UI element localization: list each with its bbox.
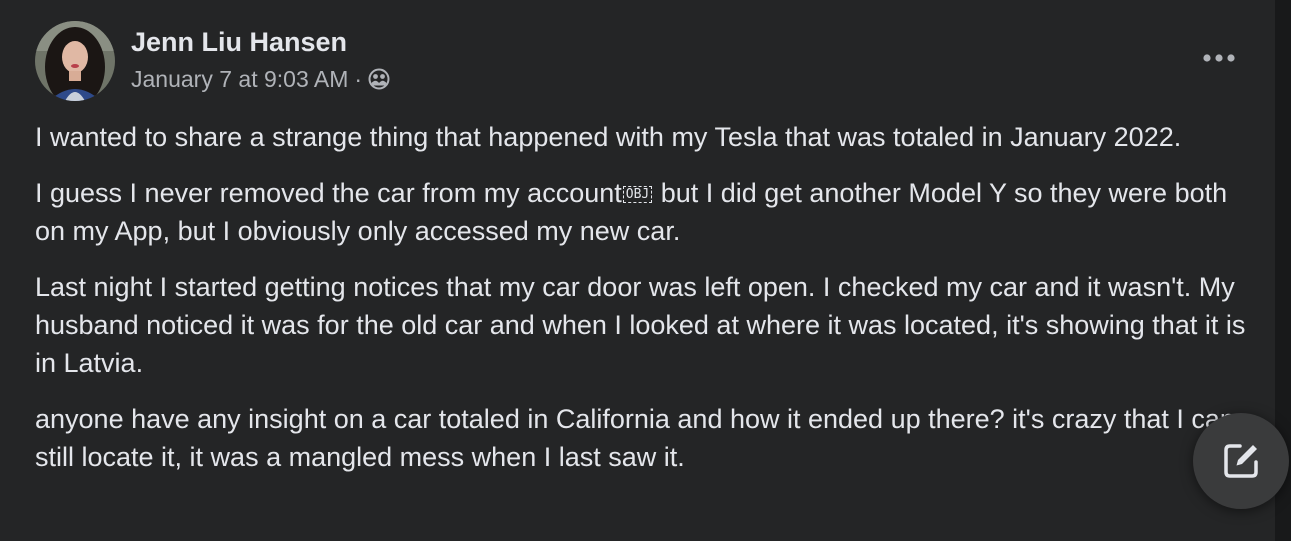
more-options-button[interactable] xyxy=(1195,36,1243,80)
post-header: Jenn Liu Hansen January 7 at 9:03 AM · xyxy=(35,21,390,101)
avatar-photo xyxy=(35,21,115,101)
friends-icon[interactable] xyxy=(368,68,390,90)
post-card: Jenn Liu Hansen January 7 at 9:03 AM · I… xyxy=(0,0,1275,541)
compose-icon xyxy=(1224,444,1258,478)
post-timestamp[interactable]: January 7 at 9:03 AM xyxy=(131,65,348,93)
compose-message-button[interactable] xyxy=(1193,413,1289,509)
object-replacement-glyph: OBJ xyxy=(622,186,653,203)
avatar[interactable] xyxy=(35,21,115,101)
post-paragraph: anyone have any insight on a car totaled… xyxy=(35,404,1235,472)
author-name[interactable]: Jenn Liu Hansen xyxy=(131,25,390,59)
post-paragraph: I wanted to share a strange thing that h… xyxy=(35,122,1182,152)
more-horizontal-icon xyxy=(1203,54,1235,62)
post-paragraph: I guess I never removed the car from my … xyxy=(35,174,1260,250)
post-meta: January 7 at 9:03 AM · xyxy=(131,65,390,93)
post-paragraph: Last night I started getting notices tha… xyxy=(35,272,1246,378)
post-body: I wanted to share a strange thing that h… xyxy=(35,118,1260,494)
post-text: I guess I never removed the car from my … xyxy=(35,178,622,208)
meta-separator: · xyxy=(354,66,363,92)
author-block: Jenn Liu Hansen January 7 at 9:03 AM · xyxy=(131,25,390,93)
